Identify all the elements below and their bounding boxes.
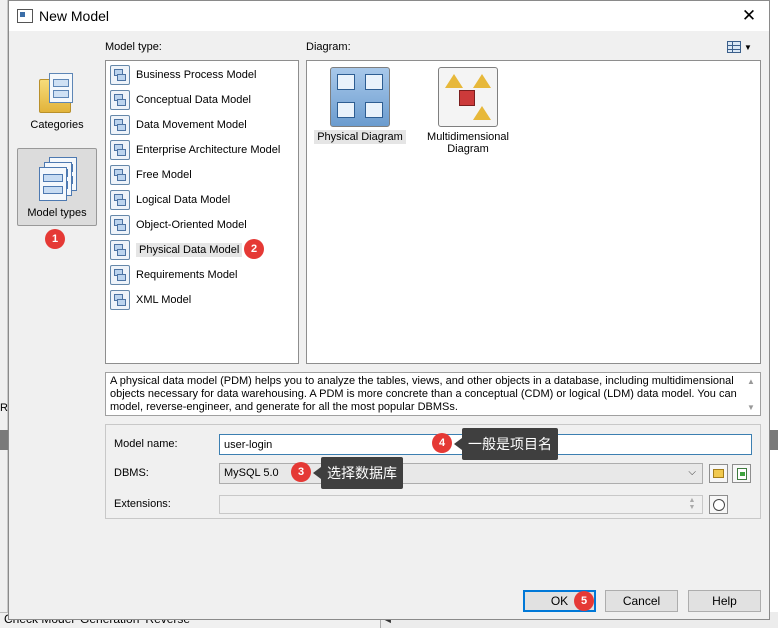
background-window-edge <box>0 0 8 628</box>
annotation-callout-3: 选择数据库 <box>313 457 403 489</box>
diagram-label: Diagram: <box>306 41 351 53</box>
conceptual-data-model-icon <box>110 90 130 110</box>
model-type-item[interactable]: Requirements Model <box>110 264 238 286</box>
model-type-item-selected[interactable]: Physical Data Model <box>110 239 243 261</box>
window-icon <box>17 9 33 23</box>
background-band-left <box>0 430 8 450</box>
diagram-item-multidimensional[interactable]: Multidimensional Diagram <box>419 67 517 155</box>
model-type-label: Object-Oriented Model <box>136 219 247 231</box>
model-type-list[interactable]: Business Process Model Conceptual Data M… <box>105 60 299 364</box>
close-icon: ✕ <box>741 6 757 25</box>
model-type-item[interactable]: Enterprise Architecture Model <box>110 139 280 161</box>
help-button[interactable]: Help <box>688 590 761 612</box>
enterprise-architecture-model-icon <box>110 140 130 160</box>
model-types-label: Model types <box>27 207 87 219</box>
annotation-badge-3: 3 <box>291 462 311 482</box>
annotation-badge-1: 1 <box>45 229 65 249</box>
close-button[interactable]: ✕ <box>737 5 761 27</box>
categories-label: Categories <box>30 119 84 131</box>
physical-data-model-icon <box>110 240 130 260</box>
diagram-list[interactable]: Physical Diagram Multidimensional Diagra… <box>306 60 761 364</box>
annotation-badge-5: 5 <box>574 591 594 611</box>
categories-button[interactable]: Categories <box>17 69 97 135</box>
folder-icon <box>713 469 724 478</box>
background-marker: R <box>0 402 8 414</box>
folder-icon <box>37 71 77 115</box>
new-model-dialog: New Model ✕ Categories Model types Model… <box>8 0 770 620</box>
dialog-title: New Model <box>39 8 110 24</box>
list-view-icon <box>727 41 741 53</box>
annotation-badge-2: 2 <box>244 239 264 259</box>
annotation-callout-4: 一般是项目名 <box>454 428 558 460</box>
model-type-label: Requirements Model <box>136 269 238 281</box>
extensions-field <box>219 495 703 514</box>
xml-model-icon <box>110 290 130 310</box>
extensions-label: Extensions: <box>114 498 171 510</box>
model-type-label: Free Model <box>136 169 192 181</box>
model-type-item[interactable]: Free Model <box>110 164 192 186</box>
multidimensional-diagram-icon <box>438 67 498 127</box>
properties-icon <box>713 499 725 511</box>
diagram-item-physical[interactable]: Physical Diagram <box>311 67 409 144</box>
model-type-item[interactable]: Conceptual Data Model <box>110 89 251 111</box>
data-movement-model-icon <box>110 115 130 135</box>
logical-data-model-icon <box>110 190 130 210</box>
model-type-label: Enterprise Architecture Model <box>136 144 281 156</box>
model-type-item[interactable]: Business Process Model <box>110 64 256 86</box>
extensions-spinner-icon: ▲ ▼ <box>688 497 696 511</box>
diagram-label: Physical Diagram <box>314 130 406 144</box>
model-type-label: XML Model <box>136 294 192 306</box>
background-band-right <box>770 430 778 450</box>
cancel-button[interactable]: Cancel <box>605 590 678 612</box>
model-type-label: Model type: <box>105 41 162 53</box>
model-types-button[interactable]: Model types <box>17 148 97 226</box>
model-type-item[interactable]: Data Movement Model <box>110 114 247 136</box>
model-type-label: Data Movement Model <box>136 119 247 131</box>
physical-diagram-icon <box>330 67 390 127</box>
attach-dbms-button[interactable] <box>732 464 751 483</box>
view-mode-button[interactable]: ▼ <box>727 39 755 55</box>
description-text: A physical data model (PDM) helps you to… <box>110 375 737 413</box>
model-type-item[interactable]: Logical Data Model <box>110 189 230 211</box>
model-type-item[interactable]: Object-Oriented Model <box>110 214 247 236</box>
model-type-label: Logical Data Model <box>136 194 231 206</box>
description-scrollbar[interactable]: ▲ ▼ <box>744 375 758 413</box>
business-process-model-icon <box>110 65 130 85</box>
dbms-label: DBMS: <box>114 467 149 479</box>
model-type-label: Physical Data Model <box>136 243 243 257</box>
annotation-badge-4: 4 <box>432 433 452 453</box>
attach-icon <box>737 468 747 480</box>
model-type-label: Conceptual Data Model <box>136 94 251 106</box>
diagram-label: Multidimensional Diagram <box>427 131 509 155</box>
model-types-icon <box>35 155 79 203</box>
model-type-item[interactable]: XML Model <box>110 289 191 311</box>
dialog-titlebar[interactable]: New Model ✕ <box>9 1 769 31</box>
dbms-selected-value: MySQL 5.0 <box>224 467 279 479</box>
chevron-down-icon: ⌵ <box>688 467 696 478</box>
browse-dbms-button[interactable] <box>709 464 728 483</box>
model-name-label: Model name: <box>114 438 178 450</box>
object-oriented-model-icon <box>110 215 130 235</box>
chevron-down-icon: ▼ <box>744 42 752 52</box>
model-type-label: Business Process Model <box>136 69 257 81</box>
model-description: A physical data model (PDM) helps you to… <box>105 372 761 416</box>
free-model-icon <box>110 165 130 185</box>
select-extensions-button[interactable] <box>709 495 728 514</box>
requirements-model-icon <box>110 265 130 285</box>
